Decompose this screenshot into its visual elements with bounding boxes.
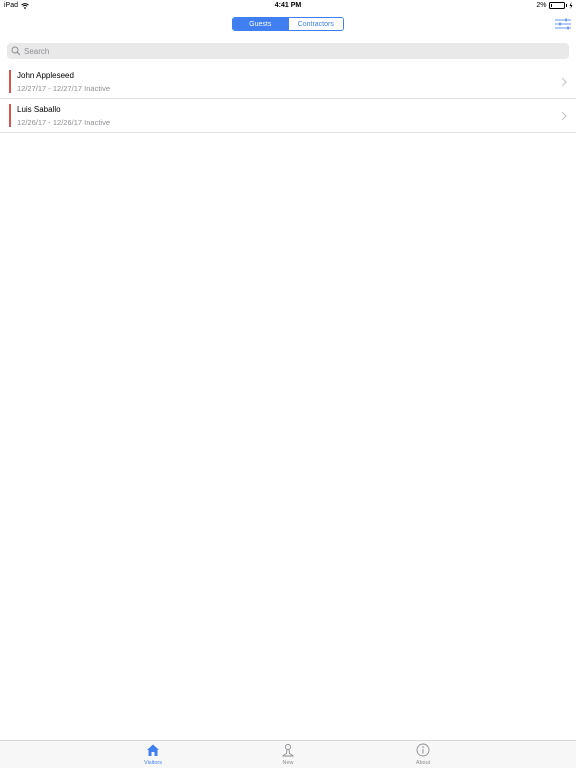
status-time: 4:41 PM: [274, 2, 302, 9]
visitor-name: Luis Saballo: [17, 105, 61, 114]
home-icon: [147, 744, 159, 756]
segment-guests[interactable]: Guests: [233, 18, 288, 30]
inactive-status-strip: [9, 70, 11, 93]
battery-icon: [548, 2, 565, 9]
tab-visitors[interactable]: Visitors: [123, 743, 183, 766]
person-icon: [282, 743, 294, 757]
tab-label: About: [415, 760, 431, 766]
tab-about[interactable]: About: [393, 743, 453, 766]
chevron-right-icon: [561, 111, 567, 121]
battery-percent: 2%: [536, 2, 547, 9]
status-bar: iPad 4:41 PM 2%: [0, 0, 576, 12]
battery-fill: [550, 4, 552, 7]
chevron-right-icon: [561, 77, 567, 87]
tab-bar: Visitors New About: [0, 740, 576, 768]
visitor-name: John Appleseed: [17, 71, 74, 80]
guests-contractors-segmented-control: Guests Contractors: [232, 17, 344, 31]
search-bar[interactable]: [7, 43, 569, 59]
tab-label: New: [282, 760, 294, 766]
tab-label: Visitors: [144, 760, 162, 766]
inactive-status-strip: [9, 104, 11, 127]
search-input[interactable]: [24, 46, 544, 56]
segment-contractors[interactable]: Contractors: [287, 18, 343, 30]
visitor-dates: 12/26/17 - 12/26/17 Inactive: [17, 118, 110, 127]
charging-bolt-icon: [569, 2, 573, 9]
search-icon: [11, 46, 21, 56]
tab-new[interactable]: New: [258, 743, 318, 766]
visitor-row[interactable]: Luis Saballo 12/26/17 - 12/26/17 Inactiv…: [0, 99, 576, 133]
visitor-row[interactable]: John Appleseed 12/27/17 - 12/27/17 Inact…: [0, 65, 576, 99]
filter-sliders-icon[interactable]: [554, 17, 572, 31]
visitor-dates: 12/27/17 - 12/27/17 Inactive: [17, 84, 110, 93]
battery-tip: [565, 4, 567, 7]
info-icon: [416, 743, 430, 757]
visitor-list: John Appleseed 12/27/17 - 12/27/17 Inact…: [0, 65, 576, 133]
status-right: 2%: [536, 2, 573, 9]
